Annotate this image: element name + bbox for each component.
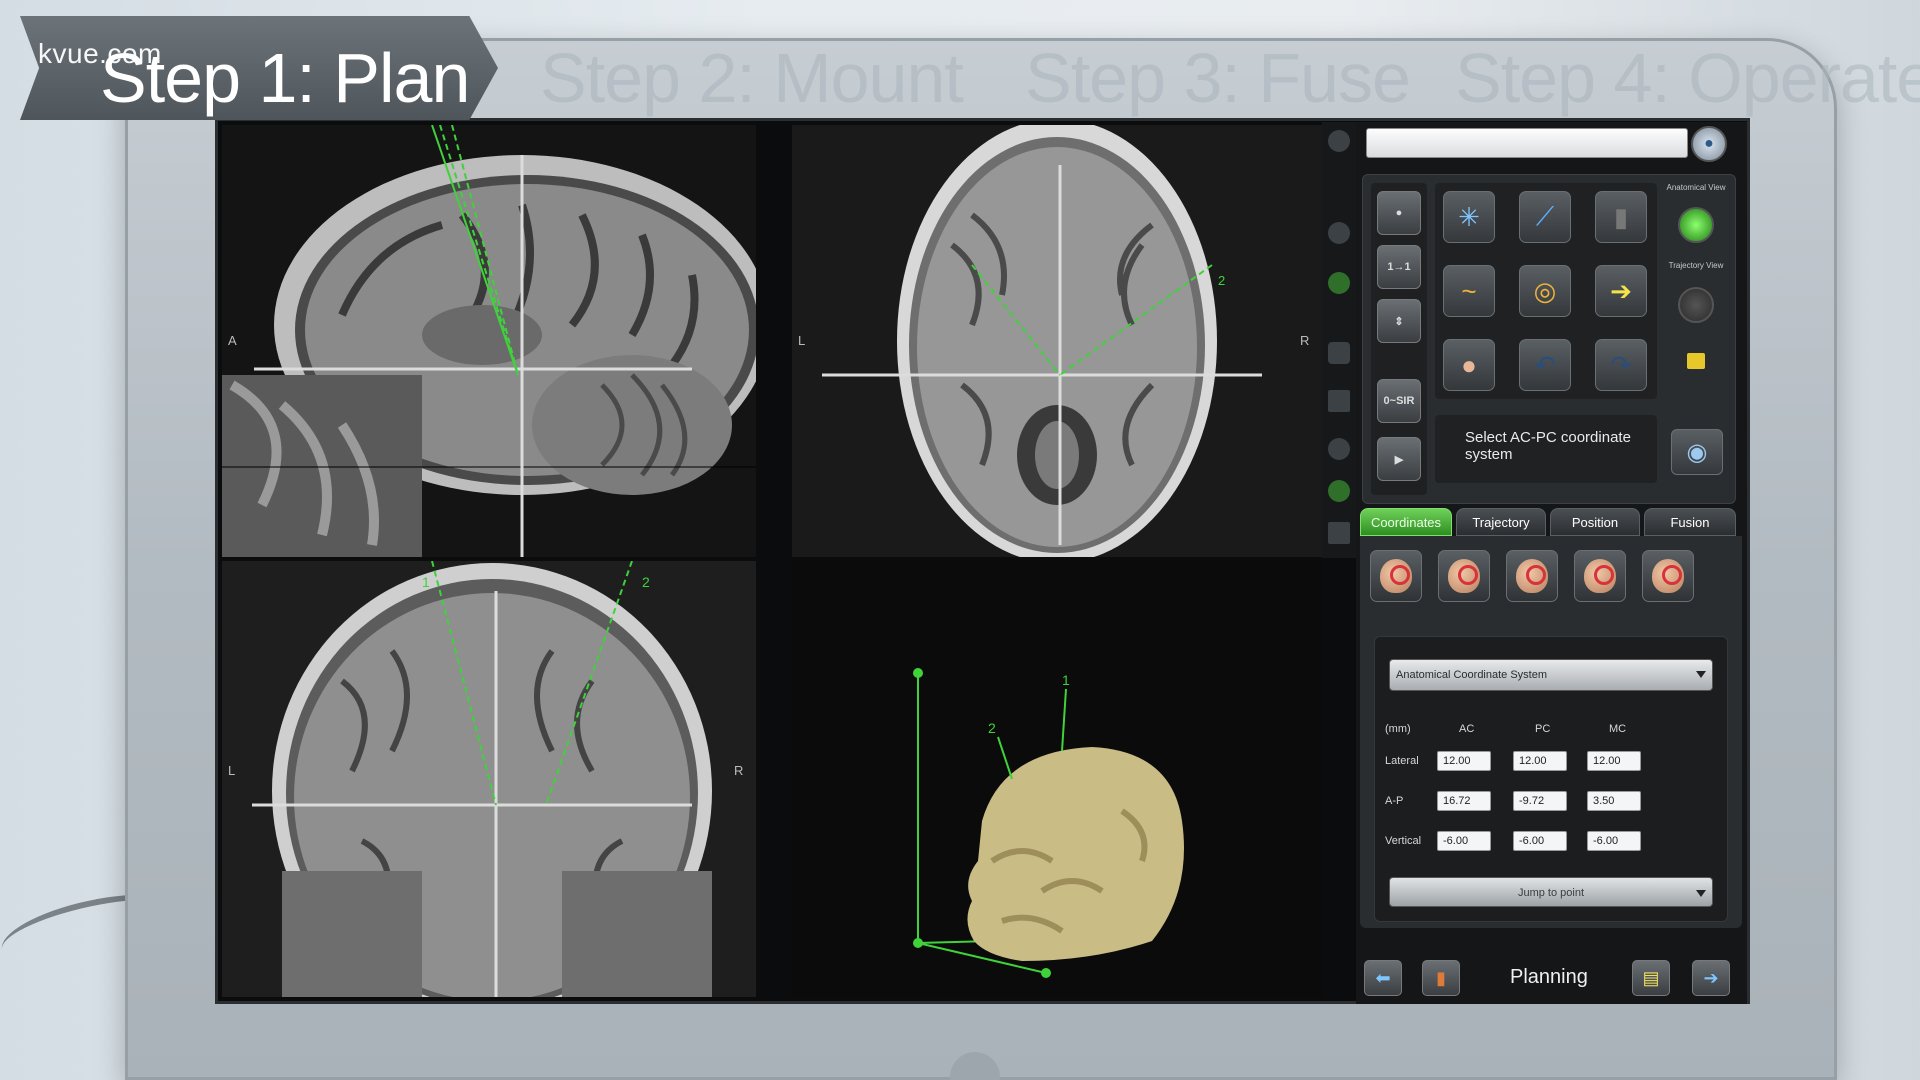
midline-point-button[interactable] — [1574, 550, 1626, 602]
nudge-arrows-button[interactable]: ⇕ — [1377, 299, 1421, 343]
target-point-button[interactable]: ✳ — [1443, 191, 1495, 243]
coronal-trajectory-label-2: 2 — [642, 574, 650, 590]
ap-ac-field[interactable]: 16.72 — [1437, 791, 1491, 811]
search-field[interactable] — [1366, 128, 1688, 158]
skull-view-button[interactable]: ● — [1443, 339, 1495, 391]
viewport-3d[interactable]: 1 2 — [792, 561, 1322, 997]
slider-top-icon[interactable] — [1328, 130, 1350, 152]
coordinate-system-panel: Anatomical Coordinate System (mm) AC PC … — [1374, 636, 1728, 922]
anatomical-view-caption: Anatomical View — [1666, 183, 1726, 192]
coordinates-pane: Anatomical Coordinate System (mm) AC PC … — [1360, 536, 1742, 928]
lock-icon[interactable] — [1687, 353, 1705, 369]
axial-marker-l: L — [798, 333, 805, 348]
edit-points-button[interactable] — [1506, 550, 1558, 602]
tab-fusion[interactable]: Fusion — [1644, 508, 1736, 536]
column-header-ac: AC — [1459, 723, 1475, 735]
axial-marker-r: R — [1300, 333, 1309, 348]
ap-pc-field[interactable]: -9.72 — [1513, 791, 1567, 811]
slider-thumb-icon[interactable] — [1328, 222, 1350, 244]
globe-icon[interactable]: ● — [1691, 126, 1727, 162]
unit-label: (mm) — [1385, 723, 1411, 735]
viewport-axial[interactable]: L R 2 — [792, 125, 1322, 557]
trajectory-view-caption: Trajectory View — [1668, 261, 1724, 270]
redo-button[interactable]: ↷ — [1595, 339, 1647, 391]
step-4-label[interactable]: Step 4: Operate — [1455, 38, 1920, 118]
chevron-down-icon — [1696, 671, 1706, 678]
tab-position[interactable]: Position — [1550, 508, 1640, 536]
ap-mc-field[interactable]: 3.50 — [1587, 791, 1641, 811]
row-label-lateral: Lateral — [1385, 755, 1419, 767]
lateral-ac-field[interactable]: 12.00 — [1437, 751, 1491, 771]
viewport-sagittal[interactable]: A — [222, 125, 756, 557]
viewport-coronal[interactable]: 1 2 L R — [222, 561, 756, 997]
chevron-down-icon — [1696, 890, 1706, 897]
zoom-icon[interactable] — [1328, 438, 1350, 460]
jump-to-point-label: Jump to point — [1517, 887, 1585, 899]
mode-label: Planning — [1510, 966, 1588, 988]
trajectory-view-toggle[interactable] — [1678, 287, 1714, 323]
compass-button[interactable]: ◎ — [1519, 265, 1571, 317]
anatomical-view-toggle[interactable] — [1678, 207, 1714, 243]
pointer-icon[interactable] — [1328, 522, 1350, 544]
coronal-marker-l: L — [228, 763, 235, 778]
jump-to-point-button[interactable]: Jump to point — [1389, 877, 1713, 907]
target-point-head-button[interactable] — [1642, 550, 1694, 602]
fit-to-window-icon[interactable] — [1328, 390, 1350, 412]
slider-bottom-icon[interactable] — [1328, 272, 1350, 294]
viewer-tool-strip — [1322, 122, 1356, 558]
tool-grid: ✳ ⟋ ▮ ~ ◎ ➔ ● ↶ ↷ — [1435, 183, 1657, 399]
tool-block: ● 1→1 ⇕ 0~SIR ▶ ✳ ⟋ ▮ ~ ◎ ➔ ● ↶ ↷ Anatom… — [1362, 174, 1736, 504]
ac-point-button[interactable] — [1370, 550, 1422, 602]
back-arrow-icon[interactable]: ⬅ — [1364, 960, 1402, 996]
column-header-mc: MC — [1609, 723, 1627, 735]
step-3-label[interactable]: Step 3: Fuse — [1025, 38, 1411, 118]
camera-icon[interactable]: ◉ — [1671, 429, 1723, 475]
forward-export-icon[interactable]: ➔ — [1692, 960, 1730, 996]
head-model-button[interactable]: ● — [1377, 191, 1421, 235]
tab-trajectory[interactable]: Trajectory — [1456, 508, 1546, 536]
row-label-vertical: Vertical — [1385, 835, 1422, 847]
render3d-trajectory-label-2: 2 — [988, 720, 996, 736]
render3d-trajectory-label-1: 1 — [1062, 672, 1070, 688]
forward-step-button[interactable]: ➔ — [1595, 265, 1647, 317]
cube-view-icon[interactable] — [1328, 342, 1350, 364]
coordinate-system-value: Anatomical Coordinate System — [1396, 669, 1548, 681]
tool-left-column: ● 1→1 ⇕ 0~SIR ▶ — [1371, 183, 1427, 495]
play-button[interactable]: ▶ — [1377, 437, 1421, 481]
panel-tabs: Coordinates Trajectory Position Fusion — [1360, 508, 1742, 538]
probe-button[interactable]: ~ — [1443, 265, 1495, 317]
instruction-hint: Select AC-PC coordinate system — [1435, 415, 1657, 483]
one-to-one-button[interactable]: 1→1 — [1377, 245, 1421, 289]
vertical-pc-field[interactable]: -6.00 — [1513, 831, 1567, 851]
lateral-mc-field[interactable]: 12.00 — [1587, 751, 1641, 771]
coronal-trajectory-label-1: 1 — [422, 574, 430, 590]
bottom-toolbar: ⬅ ▮ Planning ▤ ➔ — [1360, 956, 1742, 1000]
coronal-marker-r: R — [734, 763, 743, 778]
undo-button[interactable]: ↶ — [1519, 339, 1571, 391]
lateral-pc-field[interactable]: 12.00 — [1513, 751, 1567, 771]
step-2-label[interactable]: Step 2: Mount — [540, 38, 964, 118]
coordinate-system-select[interactable]: Anatomical Coordinate System — [1389, 659, 1713, 691]
pan-hand-icon[interactable] — [1328, 480, 1350, 502]
sagittal-marker-a: A — [228, 333, 237, 348]
exit-door-icon[interactable]: ▮ — [1422, 960, 1460, 996]
workflow-steps: Step 1: Plan Step 2: Mount Step 3: Fuse … — [0, 16, 1920, 120]
vertical-mc-field[interactable]: -6.00 — [1587, 831, 1641, 851]
tab-coordinates[interactable]: Coordinates — [1360, 508, 1452, 536]
delete-button[interactable]: ▮ — [1595, 191, 1647, 243]
planning-control-panel: ● ● 1→1 ⇕ 0~SIR ▶ ✳ ⟋ ▮ ~ ◎ ➔ ● ↶ ↷ Anat… — [1356, 122, 1747, 1004]
row-label-ap: A-P — [1385, 795, 1404, 807]
axial-trajectory-label: 2 — [1218, 273, 1225, 288]
column-header-pc: PC — [1535, 723, 1551, 735]
broadcast-watermark: kvue.com — [38, 38, 162, 69]
notes-icon[interactable]: ▤ — [1632, 960, 1670, 996]
pc-point-button[interactable] — [1438, 550, 1490, 602]
vertical-ac-field[interactable]: -6.00 — [1437, 831, 1491, 851]
draw-line-button[interactable]: ⟋ — [1519, 191, 1571, 243]
dsir-button[interactable]: 0~SIR — [1377, 379, 1421, 423]
landmark-buttons — [1370, 550, 1732, 606]
